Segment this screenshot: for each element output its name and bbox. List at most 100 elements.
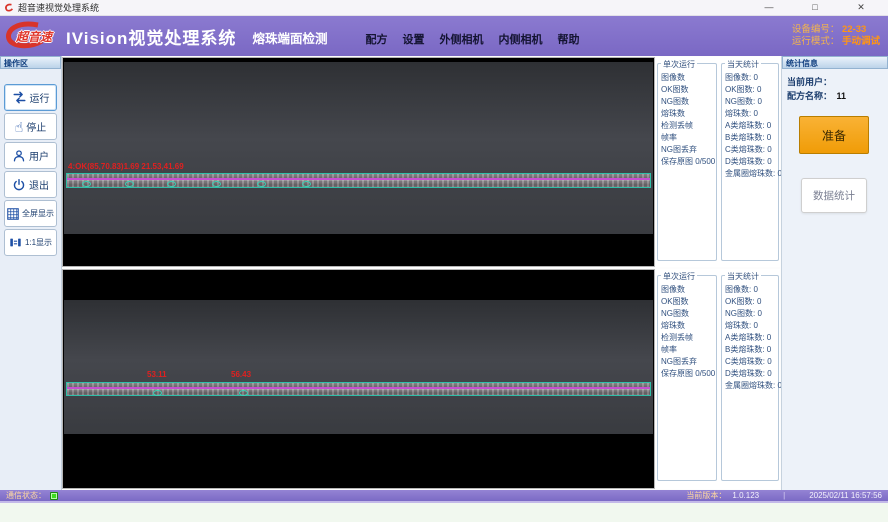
prepare-button[interactable]: 准备 [799, 116, 869, 154]
device-number-label: 设备编号： [792, 24, 840, 35]
comm-status-led [50, 492, 58, 500]
recipe-name-value: 11 [837, 91, 847, 101]
menu-item[interactable]: 外侧相机 [439, 31, 483, 47]
stat-row: NG图丢弃 [661, 144, 716, 156]
app-window: 超音速视觉处理系统 — □ ✕ 超音速 IVision视觉处理系统 熔珠端面检测… [0, 0, 888, 522]
menu-item[interactable]: 配方 [365, 31, 387, 47]
run-mode-label: 运行模式： [792, 36, 840, 47]
data-statistics-button[interactable]: 数据统计 [801, 178, 867, 213]
camera-frame [64, 300, 653, 434]
exit-button-label: 退出 [29, 177, 49, 192]
stat-row: NG图数 [661, 96, 716, 108]
status-bar: 通信状态： 当前版本： 1.0.123 | 2025/02/11 16:57:5… [0, 490, 888, 503]
user-button[interactable]: 用户 [4, 142, 57, 169]
stat-row: D类熔珠数: 0 [725, 156, 778, 168]
stat-row: OK图数: 0 [725, 296, 778, 308]
app-title: IVision视觉处理系统 [66, 24, 236, 49]
operation-sidebar: 操作区 运行 ☝ 停止 用户 [0, 56, 62, 490]
outer-camera-view[interactable]: 4:OK(85,70.83)1.69 21.53,41.69 [62, 57, 655, 267]
stat-row: 金属圈熔珠数: 0 [725, 168, 778, 180]
stat-row: D类熔珠数: 0 [725, 368, 778, 380]
stat-row: A类熔珠数: 0 [725, 332, 778, 344]
stat-row: 图像数 [661, 284, 716, 296]
camera-frame [64, 62, 653, 234]
minimize-button[interactable]: — [746, 0, 792, 15]
bead-mark-icon [239, 390, 248, 396]
logo-text: 超音速 [16, 28, 52, 45]
stat-row: 保存原图 0/500 [661, 368, 716, 380]
stat-row: NG图数 [661, 308, 716, 320]
brand-logo: 超音速 [4, 18, 62, 54]
stat-row: 熔珠数: 0 [725, 108, 778, 120]
detection-annotation: 4:OK(85,70.83)1.69 21.53,41.69 [68, 162, 184, 171]
maximize-button[interactable]: □ [792, 0, 838, 15]
stat-row: 帧率 [661, 344, 716, 356]
bead-mark-icon [212, 181, 221, 187]
today-stats-group: 当天统计 图像数: 0OK图数: 0NG图数: 0熔珠数: 0A类熔珠数: 0B… [721, 275, 779, 481]
main-menu: 配方设置外侧相机内侧相机帮助 [365, 31, 579, 47]
user-button-label: 用户 [29, 148, 49, 163]
single-run-group: 单次运行 图像数OK图数NG图数熔珠数检测丢帧帧率NG图丢弃保存原图 0/500 [657, 275, 717, 481]
stat-row: OK图数 [661, 84, 716, 96]
fullscreen-button[interactable]: 全屏显示 [4, 200, 57, 227]
menu-item[interactable]: 内侧相机 [498, 31, 542, 47]
exit-button[interactable]: 退出 [4, 171, 57, 198]
single-run-title: 单次运行 [661, 59, 697, 70]
app-logo-icon [4, 3, 14, 13]
one-to-one-button[interactable]: 1:1显示 [4, 229, 57, 256]
menu-item[interactable]: 设置 [402, 31, 424, 47]
measurement-value: 56.43 [231, 370, 251, 379]
today-stats-rows: 图像数: 0OK图数: 0NG图数: 0熔珠数: 0A类熔珠数: 0B类熔珠数:… [722, 64, 778, 180]
stat-row: OK图数 [661, 296, 716, 308]
fullscreen-grid-icon [7, 208, 19, 220]
close-button[interactable]: ✕ [838, 0, 884, 15]
datetime-value: 2025/02/11 16:57:56 [809, 491, 882, 500]
stat-row: NG图丢弃 [661, 356, 716, 368]
stat-row: 检测丢帧 [661, 120, 716, 132]
titlebar: 超音速视觉处理系统 — □ ✕ [0, 0, 888, 16]
single-run-rows: 图像数OK图数NG图数熔珠数检测丢帧帧率NG图丢弃保存原图 0/500 [658, 64, 716, 168]
fullscreen-button-label: 全屏显示 [22, 208, 54, 219]
stat-row: 检测丢帧 [661, 332, 716, 344]
bead-mark-icon [257, 181, 266, 187]
weld-bead-overlay [66, 382, 651, 396]
comm-status-label: 通信状态： [6, 490, 46, 501]
run-mode-value: 手动调试 [842, 36, 880, 47]
stat-row: 帧率 [661, 132, 716, 144]
stat-row: NG图数: 0 [725, 308, 778, 320]
stat-row: B类熔珠数: 0 [725, 132, 778, 144]
stat-row: 熔珠数 [661, 320, 716, 332]
menu-item[interactable]: 帮助 [557, 31, 579, 47]
bead-mark-icon [82, 181, 91, 187]
single-run-group: 单次运行 图像数OK图数NG图数熔珠数检测丢帧帧率NG图丢弃保存原图 0/500 [657, 63, 717, 261]
app-subtitle: 熔珠端面检测 [252, 28, 327, 47]
status-separator: | [783, 491, 785, 500]
stop-hand-icon: ☝ [15, 120, 24, 134]
run-button[interactable]: 运行 [4, 84, 57, 111]
stat-row: B类熔珠数: 0 [725, 344, 778, 356]
stop-button[interactable]: ☝ 停止 [4, 113, 57, 140]
bead-mark-icon [302, 181, 311, 187]
app-header: 超音速 IVision视觉处理系统 熔珠端面检测 配方设置外侧相机内侧相机帮助 … [0, 16, 888, 56]
stat-row: OK图数: 0 [725, 84, 778, 96]
window-title: 超音速视觉处理系统 [18, 1, 99, 14]
current-user-label: 当前用户： [787, 77, 832, 87]
version-label: 当前版本： [686, 490, 726, 501]
stat-row: 图像数: 0 [725, 284, 778, 296]
inner-camera-stats: 单次运行 图像数OK图数NG图数熔珠数检测丢帧帧率NG图丢弃保存原图 0/500… [656, 269, 780, 489]
today-stats-group: 当天统计 图像数: 0OK图数: 0NG图数: 0熔珠数: 0A类熔珠数: 0B… [721, 63, 779, 261]
statistics-info-title: 统计信息 [782, 56, 888, 69]
outer-camera-stats: 单次运行 图像数OK图数NG图数熔珠数检测丢帧帧率NG图丢弃保存原图 0/500… [656, 57, 780, 267]
stat-row: 图像数: 0 [725, 72, 778, 84]
recipe-name-label: 配方名称： [787, 91, 832, 101]
stat-row: 图像数 [661, 72, 716, 84]
weld-bead-overlay [66, 173, 651, 188]
single-run-rows: 图像数OK图数NG图数熔珠数检测丢帧帧率NG图丢弃保存原图 0/500 [658, 276, 716, 380]
stat-row: NG图数: 0 [725, 96, 778, 108]
today-stats-rows: 图像数: 0OK图数: 0NG图数: 0熔珠数: 0A类熔珠数: 0B类熔珠数:… [722, 276, 778, 392]
stat-row: 保存原图 0/500 [661, 156, 716, 168]
inner-camera-view[interactable]: 53.11 56.43 [62, 269, 655, 489]
device-info: 设备编号： 22-33 运行模式： 手动调试 [792, 24, 880, 48]
user-icon [12, 149, 26, 163]
bead-mark-icon [125, 181, 134, 187]
